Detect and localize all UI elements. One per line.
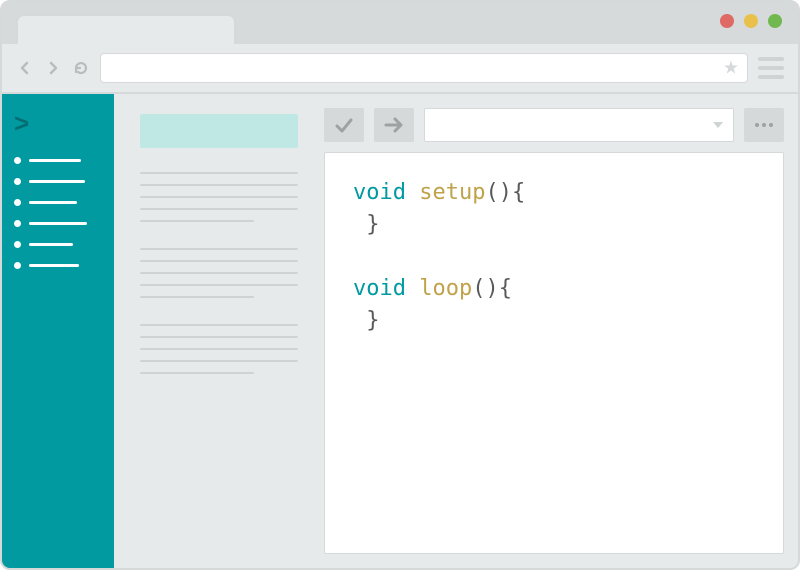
back-button[interactable] — [16, 59, 34, 77]
sidebar-item[interactable] — [14, 157, 102, 164]
code-line: } — [353, 209, 755, 241]
minimize-window-button[interactable] — [744, 14, 758, 28]
bullet-icon — [14, 178, 21, 185]
bookmark-star-icon[interactable]: ★ — [723, 58, 739, 79]
editor-toolbar — [324, 108, 784, 142]
editor-area: void setup(){ } void loop(){ } — [324, 94, 798, 568]
code-line: } — [353, 305, 755, 337]
code-line: void setup(){ — [353, 177, 755, 209]
chevron-down-icon — [713, 122, 723, 128]
sidebar-item-label — [29, 159, 81, 162]
sidebar-item-label — [29, 180, 85, 183]
side-panel — [114, 94, 324, 568]
code-line: void loop(){ — [353, 273, 755, 305]
board-select[interactable] — [424, 108, 734, 142]
panel-section-1 — [140, 172, 298, 222]
verify-button[interactable] — [324, 108, 364, 142]
app-body: > — [2, 94, 798, 568]
sidebar-item-label — [29, 243, 73, 246]
address-bar[interactable]: ★ — [100, 53, 748, 83]
sidebar-item[interactable] — [14, 241, 102, 248]
browser-tab[interactable] — [16, 14, 236, 44]
code-editor[interactable]: void setup(){ } void loop(){ } — [324, 152, 784, 554]
code-blank-line — [353, 241, 755, 273]
sidebar-item-label — [29, 264, 79, 267]
panel-section-3 — [140, 324, 298, 374]
sidebar-item[interactable] — [14, 178, 102, 185]
sidebar-item[interactable] — [14, 220, 102, 227]
close-window-button[interactable] — [720, 14, 734, 28]
navbar: ★ — [2, 44, 798, 94]
sidebar-prompt-icon: > — [14, 108, 102, 139]
reload-button[interactable] — [72, 59, 90, 77]
bullet-icon — [14, 241, 21, 248]
sidebar: > — [2, 94, 114, 568]
upload-button[interactable] — [374, 108, 414, 142]
panel-section-2 — [140, 248, 298, 298]
bullet-icon — [14, 199, 21, 206]
titlebar — [2, 2, 798, 44]
forward-button[interactable] — [44, 59, 62, 77]
more-button[interactable] — [744, 108, 784, 142]
panel-header-block — [140, 114, 298, 148]
sidebar-item-label — [29, 201, 77, 204]
sidebar-item[interactable] — [14, 262, 102, 269]
bullet-icon — [14, 262, 21, 269]
browser-window: ★ > — [0, 0, 800, 570]
sidebar-item-label — [29, 222, 87, 225]
maximize-window-button[interactable] — [768, 14, 782, 28]
sidebar-list — [14, 157, 102, 269]
sidebar-item[interactable] — [14, 199, 102, 206]
bullet-icon — [14, 220, 21, 227]
window-controls — [720, 14, 782, 28]
menu-button[interactable] — [758, 57, 784, 79]
bullet-icon — [14, 157, 21, 164]
